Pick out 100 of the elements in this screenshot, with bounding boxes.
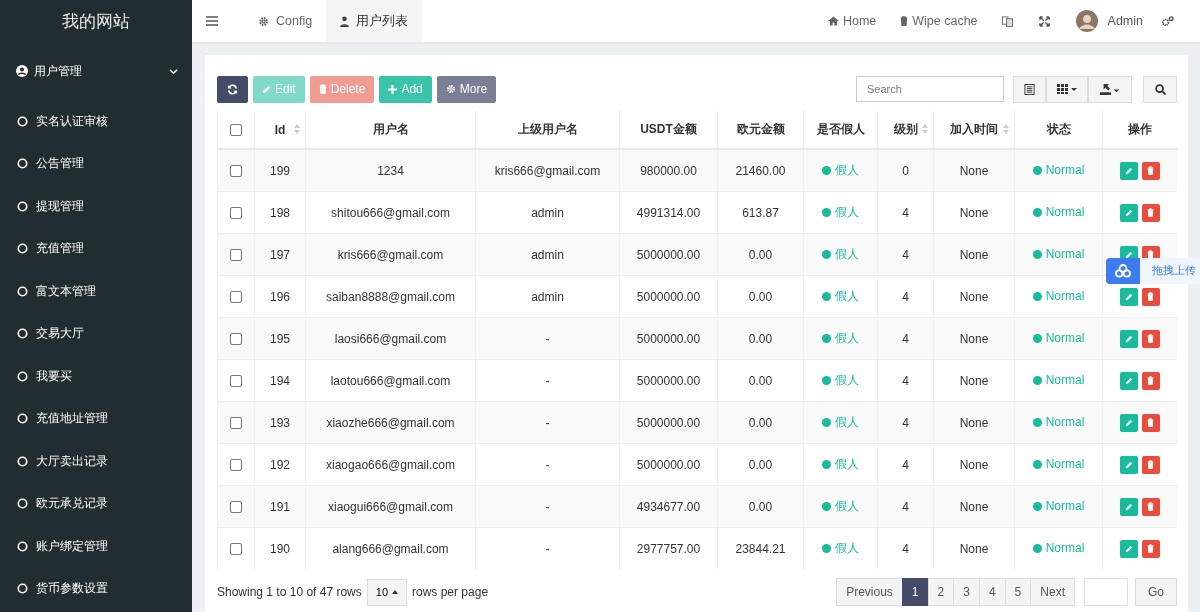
delete-button[interactable] [1141,455,1160,474]
circle-icon [17,285,28,297]
header-link[interactable]: Wipe cache [900,14,978,28]
table-cell: saiban8888@gmail.com [326,289,455,304]
column-header[interactable]: 操作 [1127,122,1152,136]
edit-button[interactable] [1119,497,1138,516]
edit-button[interactable] [1119,203,1138,222]
toggle-view-button[interactable] [1013,75,1046,103]
edit-button[interactable] [1119,371,1138,390]
edit-button[interactable] [1119,413,1138,432]
row-checkbox[interactable] [230,165,242,178]
trash-icon [1147,208,1155,217]
search-button[interactable] [1143,75,1177,103]
row-checkbox[interactable] [230,249,242,262]
go-button[interactable]: Go [1135,578,1177,606]
menu-icon[interactable] [206,16,218,26]
sidebar-item[interactable]: 实名认证审核 [0,100,192,143]
page-button[interactable]: 4 [978,578,1006,606]
status-label: 假人 [822,330,859,347]
circle-icon [17,243,28,255]
row-checkbox[interactable] [230,207,242,220]
delete-button[interactable] [1141,161,1160,180]
column-header[interactable]: 加入时间 [950,122,998,136]
page-input[interactable] [1084,578,1128,606]
table-cell: None [959,205,989,220]
next-button[interactable]: Next [1030,578,1075,606]
row-checkbox[interactable] [230,417,242,430]
sidebar-item[interactable]: 我要买 [0,355,192,398]
pencil-icon [1124,208,1133,217]
column-header[interactable]: 上级用户名 [517,122,578,136]
delete-button[interactable] [1141,203,1160,222]
page-size-dropdown[interactable]: 10 [366,578,407,606]
page-button[interactable]: 3 [953,578,980,606]
row-checkbox[interactable] [230,291,242,304]
circle-icon [17,455,28,467]
user-name[interactable]: Admin [1107,14,1143,28]
row-checkbox[interactable] [230,501,242,514]
delete-button[interactable] [1141,371,1160,390]
circle-icon [17,328,28,340]
delete-button[interactable] [1141,329,1160,348]
edit-button[interactable] [1119,539,1138,558]
status-label: 假人 [822,246,859,263]
export-dropdown[interactable] [1088,75,1132,103]
table-cell: 0.00 [748,247,773,262]
nav-tab[interactable]: 用户列表 [326,0,423,42]
refresh-button[interactable] [217,75,248,103]
sidebar-item[interactable]: 充值地址管理 [0,397,192,440]
columns-dropdown[interactable] [1046,75,1088,103]
user-icon [340,15,350,27]
edit-button[interactable] [1119,287,1138,306]
row-checkbox[interactable] [230,459,242,472]
gears-icon[interactable] [1161,15,1174,27]
sidebar-item[interactable]: 货币参数设置 [0,567,192,610]
sidebar-item[interactable]: 富文本管理 [0,270,192,313]
table-cell: xiaogao666@gmail.com [326,457,455,472]
sidebar-item[interactable]: 账户绑定管理 [0,525,192,568]
circle-icon [17,370,28,382]
delete-button[interactable] [1141,497,1160,516]
row-checkbox[interactable] [230,375,242,388]
select-all-checkbox[interactable] [230,124,242,137]
delete-button[interactable] [1141,287,1160,306]
sidebar-menu[interactable]: 用户管理 [0,42,192,100]
page-button[interactable]: 1 [901,578,929,606]
edit-button[interactable] [1119,455,1138,474]
sidebar-item[interactable]: 大厅卖出记录 [0,440,192,483]
sidebar-item[interactable]: 交易大厅 [0,312,192,355]
table-cell: alang666@gmail.com [332,541,449,556]
more-button[interactable]: More [436,75,497,103]
fullscreen-icon[interactable] [1038,15,1050,27]
search-field[interactable]: Search [856,76,1004,102]
column-header[interactable]: 状态 [1046,122,1071,136]
delete-button[interactable] [1141,539,1160,558]
edit-button[interactable] [1119,329,1138,348]
column-header[interactable]: 欧元金额 [736,122,785,136]
site-logo[interactable]: 我的网站 [0,0,192,42]
nav-tab[interactable]: Config [244,0,327,42]
column-header[interactable]: 用户名 [372,122,409,136]
translate-icon[interactable] [1001,15,1013,27]
sidebar-item[interactable]: 提现管理 [0,185,192,228]
trash-icon [1147,376,1155,385]
row-checkbox[interactable] [230,333,242,346]
previous-button[interactable]: Previous [836,578,903,606]
sidebar-item[interactable]: 欧元承兑记录 [0,482,192,525]
column-header[interactable]: 是否假人 [816,122,865,136]
row-checkbox[interactable] [230,543,242,556]
sidebar-item[interactable]: 充值管理 [0,227,192,270]
edit-button[interactable] [1119,161,1138,180]
delete-button[interactable] [1141,413,1160,432]
status-label: 假人 [822,288,859,305]
table-cell: - [545,457,550,472]
table-cell: None [959,499,989,514]
sidebar-item[interactable]: 公告管理 [0,142,192,185]
column-header[interactable]: 级别 [893,122,918,136]
table-cell: 23844.21 [735,541,786,556]
column-header[interactable]: Id [274,122,286,137]
table-cell: 4 [902,205,909,220]
column-header[interactable]: USDT金额 [640,122,697,136]
status-label: Normal [1032,289,1085,304]
header-link[interactable]: Home [827,14,877,28]
avatar[interactable] [1075,10,1098,32]
